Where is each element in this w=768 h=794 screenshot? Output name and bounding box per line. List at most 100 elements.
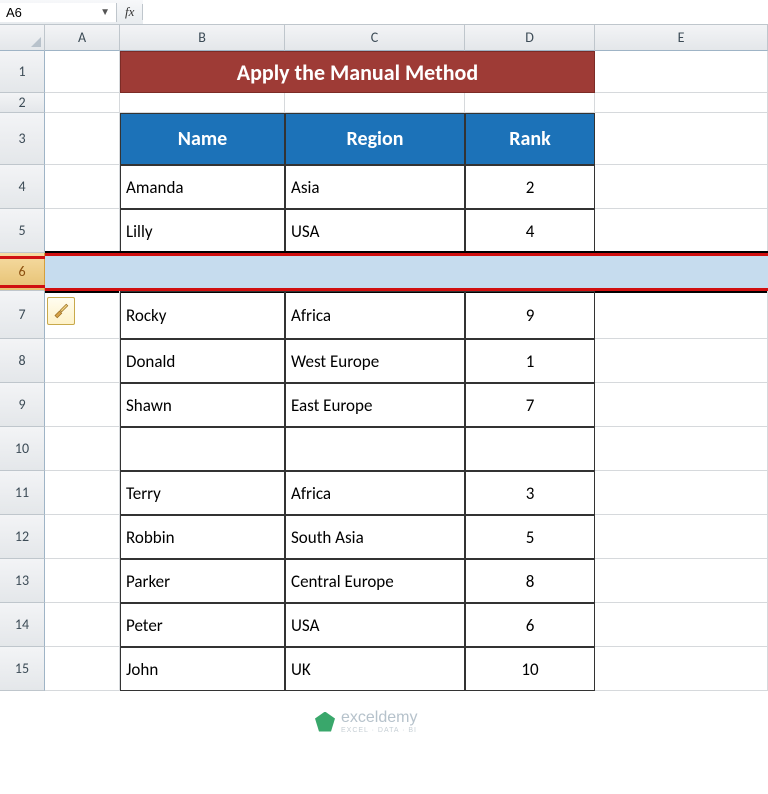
cell[interactable] — [465, 253, 595, 291]
cell-name[interactable]: Parker — [120, 559, 285, 603]
col-header-A[interactable]: A — [45, 25, 120, 51]
cell[interactable] — [45, 427, 120, 471]
cell[interactable] — [45, 165, 120, 209]
row-header-3[interactable]: 3 — [0, 113, 45, 165]
row-header-14[interactable]: 14 — [0, 603, 45, 647]
cell[interactable] — [595, 559, 768, 603]
col-header-B[interactable]: B — [120, 25, 285, 51]
cell[interactable] — [45, 93, 120, 113]
chevron-down-icon[interactable]: ▼ — [100, 7, 110, 18]
cell[interactable] — [45, 515, 120, 559]
cell-rank[interactable]: 7 — [465, 383, 595, 427]
cell[interactable] — [45, 647, 120, 691]
col-header-D[interactable]: D — [465, 25, 595, 51]
row-header-15[interactable]: 15 — [0, 647, 45, 691]
insert-options-button[interactable] — [47, 297, 75, 325]
cell-a1[interactable] — [45, 51, 120, 93]
row-header-8[interactable]: 8 — [0, 339, 45, 383]
row-header-6[interactable]: 6 — [0, 253, 45, 291]
cell-name[interactable]: Donald — [120, 339, 285, 383]
cell-e1[interactable] — [595, 51, 768, 93]
cell-name[interactable]: Robbin — [120, 515, 285, 559]
cell-rank[interactable] — [465, 427, 595, 471]
cell-region[interactable]: Asia — [285, 165, 465, 209]
cell[interactable] — [595, 253, 768, 291]
row-header-7[interactable]: 7 — [0, 291, 45, 339]
cell[interactable] — [45, 383, 120, 427]
cell-name[interactable]: Lilly — [120, 209, 285, 253]
cell[interactable] — [285, 93, 465, 113]
cell[interactable] — [595, 427, 768, 471]
cell[interactable] — [595, 209, 768, 253]
cell-rank[interactable]: 6 — [465, 603, 595, 647]
cell[interactable] — [45, 339, 120, 383]
cell-rank[interactable]: 8 — [465, 559, 595, 603]
cell[interactable] — [595, 647, 768, 691]
cell-region[interactable]: Africa — [285, 291, 465, 339]
cell-rank[interactable]: 2 — [465, 165, 595, 209]
cell-region[interactable]: Africa — [285, 471, 465, 515]
cell-name[interactable]: Rocky — [120, 291, 285, 339]
header-rank[interactable]: Rank — [465, 113, 595, 165]
col-header-C[interactable]: C — [285, 25, 465, 51]
cell[interactable] — [465, 93, 595, 113]
cell-rank[interactable]: 1 — [465, 339, 595, 383]
cell[interactable] — [595, 515, 768, 559]
cell-region[interactable] — [285, 427, 465, 471]
cell-name[interactable]: Terry — [120, 471, 285, 515]
cell-region[interactable]: USA — [285, 603, 465, 647]
cell[interactable] — [120, 93, 285, 113]
cell[interactable] — [595, 383, 768, 427]
cell[interactable] — [45, 603, 120, 647]
watermark-name: exceldemy — [341, 709, 417, 726]
cell[interactable] — [45, 209, 120, 253]
cell[interactable] — [595, 93, 768, 113]
cell[interactable] — [595, 165, 768, 209]
cell-rank[interactable]: 3 — [465, 471, 595, 515]
cell-name[interactable]: Shawn — [120, 383, 285, 427]
cell[interactable] — [45, 253, 120, 291]
cell-rank[interactable]: 9 — [465, 291, 595, 339]
row-header-9[interactable]: 9 — [0, 383, 45, 427]
cell[interactable] — [595, 603, 768, 647]
name-box[interactable]: A6 ▼ — [0, 3, 117, 22]
cell[interactable] — [45, 113, 120, 165]
cell-region[interactable]: East Europe — [285, 383, 465, 427]
cell-name[interactable]: Peter — [120, 603, 285, 647]
header-name[interactable]: Name — [120, 113, 285, 165]
row-header-4[interactable]: 4 — [0, 165, 45, 209]
header-region[interactable]: Region — [285, 113, 465, 165]
cell-rank[interactable]: 5 — [465, 515, 595, 559]
cell-region[interactable]: UK — [285, 647, 465, 691]
row-header-2[interactable]: 2 — [0, 93, 45, 113]
fx-label[interactable]: fx — [117, 4, 143, 20]
cell-rank[interactable]: 10 — [465, 647, 595, 691]
cell-region[interactable]: Central Europe — [285, 559, 465, 603]
cell-name[interactable]: John — [120, 647, 285, 691]
row-header-12[interactable]: 12 — [0, 515, 45, 559]
cell[interactable] — [595, 339, 768, 383]
row-header-13[interactable]: 13 — [0, 559, 45, 603]
cell-rank[interactable]: 4 — [465, 209, 595, 253]
cell[interactable] — [285, 253, 465, 291]
cell[interactable] — [120, 253, 285, 291]
formula-input[interactable] — [143, 0, 768, 24]
cell[interactable] — [595, 291, 768, 339]
title-cell[interactable]: Apply the Manual Method — [120, 51, 595, 93]
cells-area[interactable]: Apply the Manual Method NameRegionRank Ama… — [45, 51, 768, 691]
cell[interactable] — [45, 471, 120, 515]
cell-name[interactable] — [120, 427, 285, 471]
row-header-1[interactable]: 1 — [0, 51, 45, 93]
cell-region[interactable]: West Europe — [285, 339, 465, 383]
select-all-corner[interactable] — [0, 25, 45, 51]
row-header-11[interactable]: 11 — [0, 471, 45, 515]
row-header-10[interactable]: 10 — [0, 427, 45, 471]
cell[interactable] — [595, 113, 768, 165]
cell-name[interactable]: Amanda — [120, 165, 285, 209]
cell-region[interactable]: South Asia — [285, 515, 465, 559]
cell-region[interactable]: USA — [285, 209, 465, 253]
cell[interactable] — [595, 471, 768, 515]
cell[interactable] — [45, 559, 120, 603]
row-header-5[interactable]: 5 — [0, 209, 45, 253]
col-header-E[interactable]: E — [595, 25, 768, 51]
